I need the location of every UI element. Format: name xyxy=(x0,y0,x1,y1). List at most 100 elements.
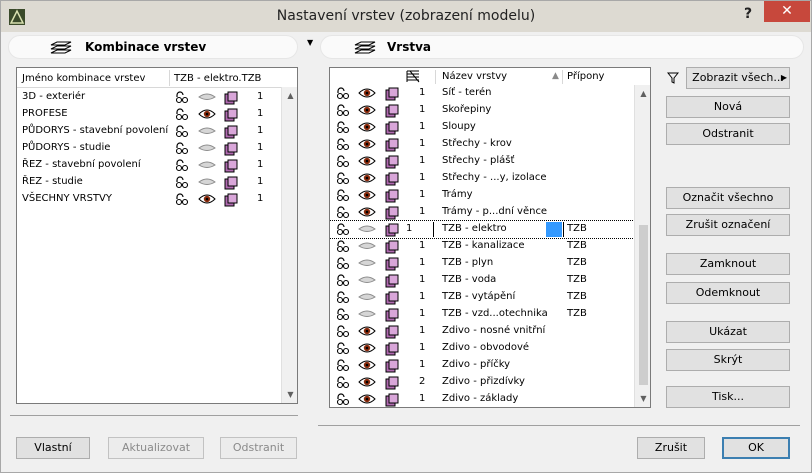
layer-row[interactable]: 1 Zdivo - nosné vnitřní xyxy=(330,323,634,340)
layer-color-icon[interactable] xyxy=(385,325,401,339)
lock-icon[interactable] xyxy=(335,121,351,134)
column-header-layer[interactable]: TZB - elektro.TZB xyxy=(174,73,261,84)
eye-closed-icon[interactable] xyxy=(198,176,216,189)
layers-list[interactable]: Název vrstvy ▲ Přípony 1 Síť - terén 1 Skoř… xyxy=(329,67,651,408)
layer-row[interactable]: 1 Síť - terén xyxy=(330,85,634,102)
lock-icon[interactable] xyxy=(174,108,190,121)
select-all-button[interactable]: Označit všechno xyxy=(666,187,790,209)
layer-row[interactable]: 1 Skořepiny xyxy=(330,102,634,119)
layer-color-icon[interactable] xyxy=(224,176,240,190)
lock-icon[interactable] xyxy=(174,176,190,189)
combination-row[interactable]: VŠECHNY VRSTVY 1 xyxy=(17,191,279,208)
layer-combinations-list[interactable]: Jméno kombinace vrstev TZB - elektro.TZB… xyxy=(16,67,298,404)
help-button[interactable]: ? xyxy=(736,4,760,24)
lock-icon[interactable] xyxy=(335,342,351,355)
lock-icon[interactable] xyxy=(335,172,351,185)
layer-color-icon[interactable] xyxy=(224,91,240,105)
layer-row[interactable]: 1 Zdivo - příčky xyxy=(330,357,634,374)
eye-open-icon[interactable] xyxy=(358,189,376,202)
combination-row[interactable]: ŘEZ - studie 1 xyxy=(17,174,279,191)
lock-icon[interactable] xyxy=(335,308,351,321)
layer-row[interactable]: 1 Sloupy xyxy=(330,119,634,136)
column-header-extension[interactable]: Přípony xyxy=(567,71,604,82)
new-layer-button[interactable]: Nová xyxy=(666,96,790,118)
lock-icon[interactable] xyxy=(335,87,351,100)
layer-color-icon[interactable] xyxy=(385,172,401,186)
layer-color-icon[interactable] xyxy=(224,159,240,173)
eye-closed-icon[interactable] xyxy=(358,291,376,304)
eye-open-icon[interactable] xyxy=(198,193,216,206)
remove-layer-button[interactable]: Odstranit xyxy=(666,123,790,145)
eye-closed-icon[interactable] xyxy=(358,223,376,236)
combination-row[interactable]: PŮDORYS - stavební povolení 1 xyxy=(17,123,279,140)
layer-color-icon[interactable] xyxy=(385,206,401,220)
layer-row[interactable]: 1 Trámy xyxy=(330,187,634,204)
layer-color-icon[interactable] xyxy=(224,108,240,122)
layer-color-icon[interactable] xyxy=(224,142,240,156)
show-button[interactable]: Ukázat xyxy=(666,321,790,343)
scroll-up-arrow-icon[interactable]: ▲ xyxy=(282,87,297,104)
combination-row[interactable]: PROFESE 1 xyxy=(17,106,279,123)
print-button[interactable]: Tisk... xyxy=(666,386,790,408)
lock-icon[interactable] xyxy=(174,159,190,172)
update-button[interactable]: Aktualizovat xyxy=(108,437,204,459)
combination-row[interactable]: PŮDORYS - studie 1 xyxy=(17,140,279,157)
layer-color-icon[interactable] xyxy=(385,376,401,390)
lock-icon[interactable] xyxy=(335,206,351,219)
layer-row-selected[interactable]: 1 TZB - elektro TZB xyxy=(330,220,635,239)
unlock-button[interactable]: Odemknout xyxy=(666,282,790,304)
eye-closed-icon[interactable] xyxy=(198,91,216,104)
collapse-arrow-icon[interactable]: ▼ xyxy=(307,38,313,47)
eye-open-icon[interactable] xyxy=(358,121,376,134)
remove-combination-button[interactable]: Odstranit xyxy=(220,437,297,459)
lock-icon[interactable] xyxy=(335,155,351,168)
eye-closed-icon[interactable] xyxy=(358,257,376,270)
left-list-scrollbar[interactable]: ▲ ▼ xyxy=(281,87,297,403)
lock-icon[interactable] xyxy=(335,274,351,287)
lock-icon[interactable] xyxy=(174,142,190,155)
layer-color-icon[interactable] xyxy=(385,138,401,152)
cancel-button[interactable]: Zrušit xyxy=(637,437,705,459)
scroll-down-arrow-icon[interactable]: ▼ xyxy=(635,390,650,407)
layer-color-icon[interactable] xyxy=(385,274,401,288)
eye-open-icon[interactable] xyxy=(358,172,376,185)
scroll-thumb[interactable] xyxy=(639,225,648,385)
eye-open-icon[interactable] xyxy=(198,108,216,121)
lock-icon[interactable] xyxy=(335,376,351,389)
layer-row[interactable]: 1 Střechy - krov xyxy=(330,136,634,153)
own-button[interactable]: Vlastní xyxy=(16,437,90,459)
layer-color-icon[interactable] xyxy=(385,121,401,135)
lock-icon[interactable] xyxy=(335,138,351,151)
deselect-button[interactable]: Zrušit označení xyxy=(666,214,790,236)
layer-row[interactable]: 1 Zdivo - základy xyxy=(330,391,634,407)
eye-open-icon[interactable] xyxy=(358,104,376,117)
hide-button[interactable]: Skrýt xyxy=(666,349,790,371)
eye-closed-icon[interactable] xyxy=(358,308,376,321)
lock-button[interactable]: Zamknout xyxy=(666,253,790,275)
layer-color-icon[interactable] xyxy=(385,87,401,101)
lock-icon[interactable] xyxy=(335,104,351,117)
lock-icon[interactable] xyxy=(335,291,351,304)
layer-color-icon[interactable] xyxy=(385,342,401,356)
lock-icon[interactable] xyxy=(174,91,190,104)
eye-open-icon[interactable] xyxy=(358,376,376,389)
eye-open-icon[interactable] xyxy=(358,325,376,338)
layer-color-icon[interactable] xyxy=(385,104,401,118)
layer-color-icon[interactable] xyxy=(385,189,401,203)
lock-icon[interactable] xyxy=(335,240,351,253)
layer-color-icon[interactable] xyxy=(385,308,401,322)
lock-icon[interactable] xyxy=(335,257,351,270)
lock-icon[interactable] xyxy=(335,359,351,372)
show-all-filter-dropdown[interactable]: Zobrazit všech... ▶ xyxy=(686,67,790,89)
layer-row[interactable]: 2 Zdivo - přizdívky xyxy=(330,374,634,391)
scroll-down-arrow-icon[interactable]: ▼ xyxy=(282,386,297,403)
right-list-scrollbar[interactable]: ▲ ▼ xyxy=(634,85,650,407)
eye-open-icon[interactable] xyxy=(358,155,376,168)
eye-open-icon[interactable] xyxy=(358,393,376,406)
eye-closed-icon[interactable] xyxy=(198,142,216,155)
combination-row[interactable]: ŘEZ - stavební povolení 1 xyxy=(17,157,279,174)
close-button[interactable]: ✕ xyxy=(764,1,810,22)
lock-icon[interactable] xyxy=(174,193,190,206)
eye-closed-icon[interactable] xyxy=(358,274,376,287)
eye-open-icon[interactable] xyxy=(358,206,376,219)
